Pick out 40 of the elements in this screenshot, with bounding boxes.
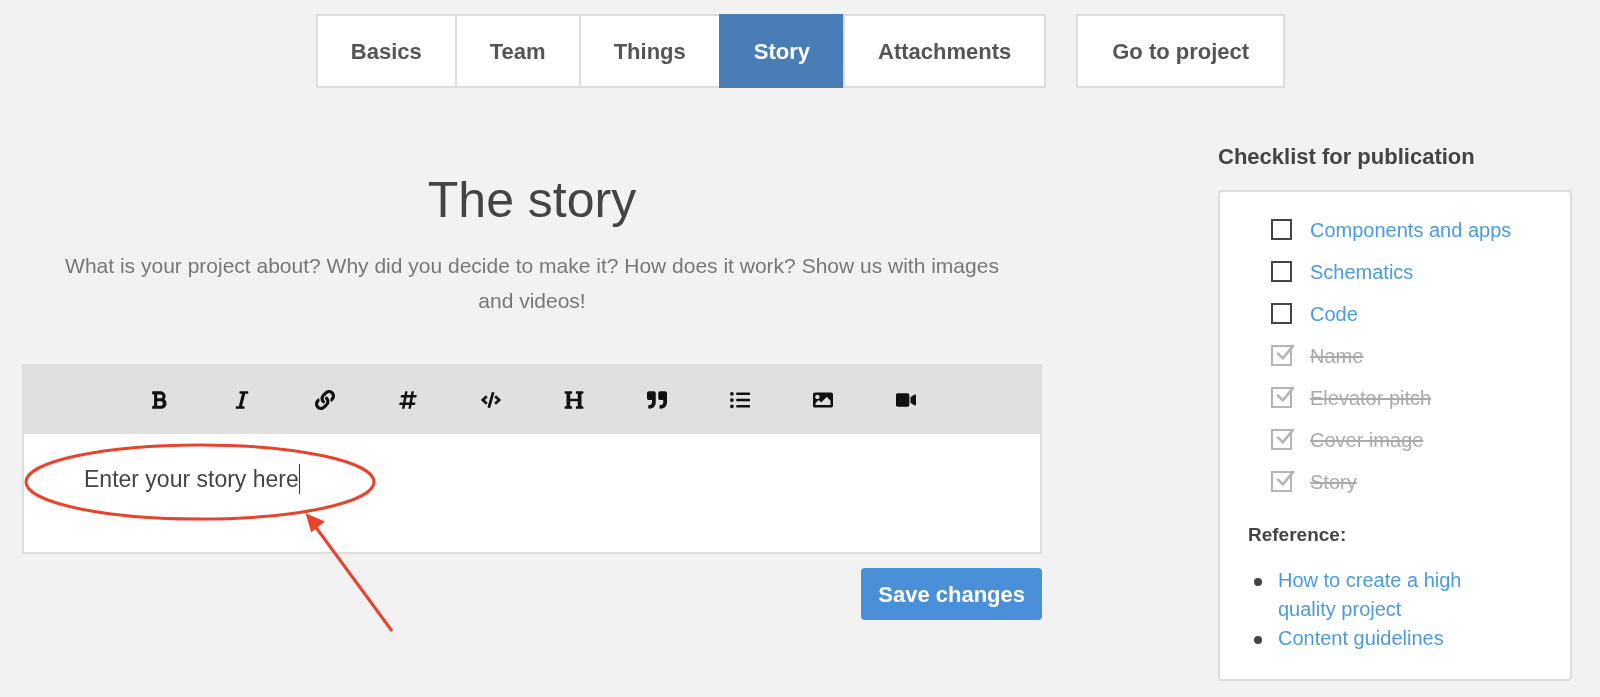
code-icon (481, 390, 501, 410)
checklist-link[interactable]: Schematics (1310, 256, 1414, 287)
checklist-link[interactable]: Components and apps (1310, 214, 1512, 245)
reference-title: Reference: (1248, 523, 1348, 547)
checked-checkbox[interactable] (1271, 471, 1292, 492)
checked-checkbox[interactable] (1271, 345, 1292, 366)
page-heading: The story (426, 171, 638, 230)
reference-link[interactable]: How to create a high quality project (1278, 565, 1514, 624)
list-icon (730, 390, 750, 410)
checklist-item: Elevator pitch (1310, 385, 1432, 411)
checklist-link[interactable]: Code (1310, 298, 1358, 329)
checklist-item: Story (1310, 469, 1357, 495)
checklist-item: Cover image (1310, 427, 1424, 453)
video-camera-icon (896, 390, 916, 410)
checkbox[interactable] (1271, 261, 1292, 282)
tab[interactable]: Basics (315, 14, 457, 88)
tab[interactable]: Story (718, 14, 845, 88)
tab[interactable]: Things (578, 14, 721, 88)
link-icon (315, 390, 335, 410)
checklist-title: Checklist for publication (1218, 143, 1476, 171)
checked-checkbox[interactable] (1271, 387, 1292, 408)
go-to-project-button[interactable]: Go to project (1076, 14, 1286, 88)
checked-checkbox[interactable] (1271, 429, 1292, 450)
story-input[interactable]: Enter your story here (84, 462, 300, 496)
bold-icon (149, 390, 169, 410)
save-changes-button[interactable]: Save changes (861, 568, 1042, 620)
hashtag-icon (398, 390, 418, 410)
reference-link[interactable]: Content guidelines (1278, 623, 1444, 653)
tab[interactable]: Team (454, 14, 581, 88)
heading-icon (564, 390, 584, 410)
quote-icon (647, 390, 667, 410)
tab[interactable]: Attachments (843, 14, 1047, 88)
bullet (1254, 635, 1262, 644)
page-subtitle: What is your project about? Why did you decide to make it? How does it work? Show us with images and videos! (64, 253, 1000, 314)
checklist-item: Name (1310, 343, 1364, 369)
bullet (1254, 577, 1262, 586)
image-icon (813, 390, 833, 410)
checkbox[interactable] (1271, 303, 1292, 324)
checkbox[interactable] (1271, 219, 1292, 240)
text-cursor (298, 464, 300, 494)
